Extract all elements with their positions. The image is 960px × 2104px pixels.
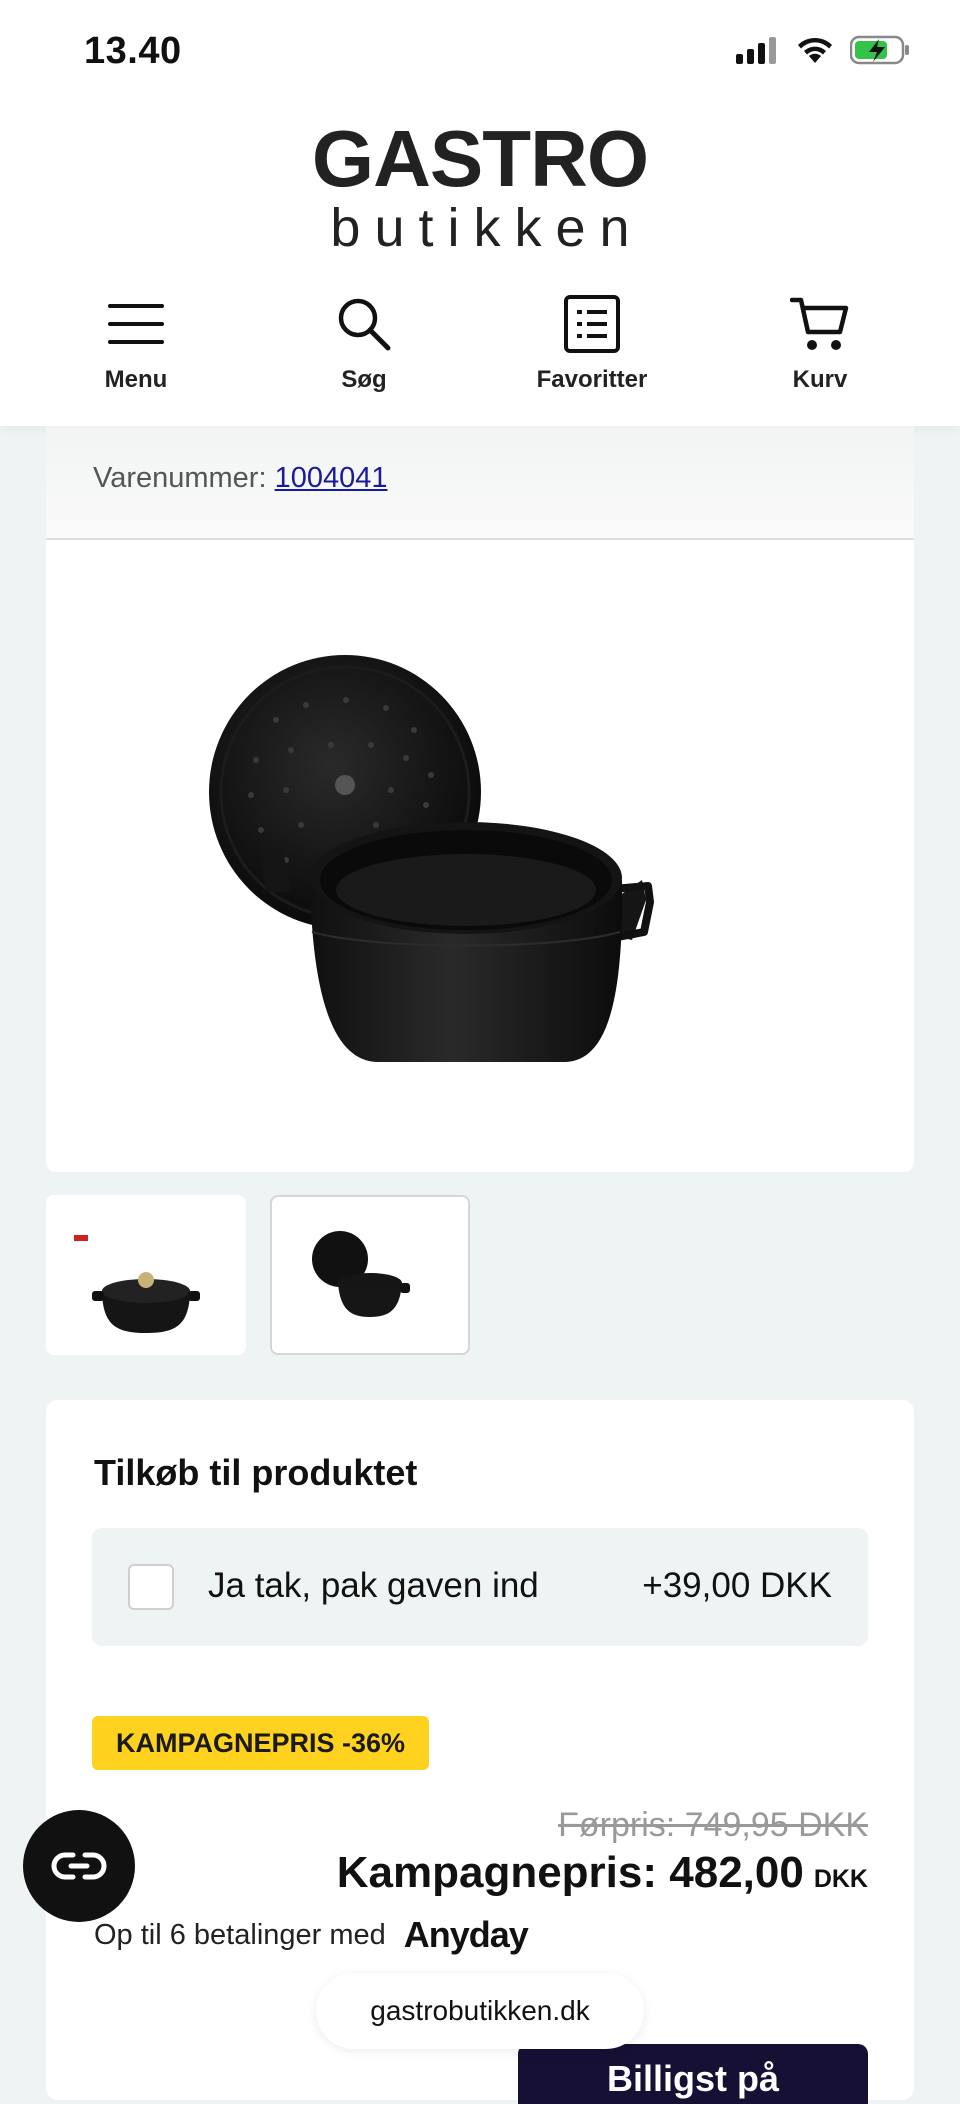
thumbnail-image bbox=[74, 1235, 200, 1333]
nav-menu-label: Menu bbox=[104, 366, 168, 393]
product-image-card[interactable] bbox=[46, 540, 914, 1172]
nav-search-button[interactable]: Søg bbox=[250, 290, 478, 394]
signal-icon bbox=[736, 37, 776, 64]
status-time: 13.40 bbox=[84, 30, 182, 72]
chat-icon bbox=[51, 1852, 107, 1880]
addon-gift-wrap[interactable]: Ja tak, pak gaven ind +39,00 DKK bbox=[92, 1528, 868, 1646]
thumbnail-1[interactable] bbox=[46, 1195, 246, 1355]
addon-label: Ja tak, pak gaven ind bbox=[208, 1566, 539, 1605]
status-icons bbox=[736, 34, 912, 66]
sku-label: Varenummer: bbox=[93, 462, 267, 494]
sku-row: Varenummer: 1004041 bbox=[93, 462, 388, 495]
cheapest-button[interactable]: Billigst på bbox=[518, 2044, 868, 2104]
campaign-price-value: Kampagnepris: 482,00 bbox=[336, 1848, 804, 1897]
addon-price: +39,00 DKK bbox=[642, 1566, 832, 1605]
campaign-badge: KAMPAGNEPRIS -36% bbox=[92, 1716, 430, 1770]
site-header: GASTRO butikken Menu Søg Favoritter Kurv bbox=[0, 100, 960, 426]
search-icon bbox=[338, 298, 391, 351]
gift-wrap-checkbox[interactable] bbox=[128, 1564, 174, 1610]
wifi-icon bbox=[798, 37, 832, 63]
cart-icon bbox=[790, 297, 849, 350]
nav-favorites-button[interactable]: Favoritter bbox=[478, 290, 706, 394]
chat-button[interactable] bbox=[23, 1810, 135, 1922]
addon-title: Tilkøb til produktet bbox=[94, 1452, 418, 1493]
thumbnail-image bbox=[312, 1231, 410, 1317]
thumbnail-2[interactable] bbox=[270, 1195, 470, 1355]
header-nav: Menu Søg Favoritter Kurv bbox=[0, 290, 960, 394]
product-image bbox=[209, 655, 654, 1062]
nav-cart-button[interactable]: Kurv bbox=[706, 290, 934, 394]
sku-link[interactable]: 1004041 bbox=[275, 462, 388, 494]
installments-row: Op til 6 betalinger med Anyday bbox=[94, 1914, 529, 1956]
list-icon bbox=[564, 295, 620, 353]
logo-main-text: GASTRO bbox=[311, 114, 649, 203]
anyday-logo: Anyday bbox=[403, 1914, 529, 1955]
old-price: Førpris: 749,95 DKK bbox=[558, 1806, 868, 1844]
nav-search-label: Søg bbox=[341, 366, 387, 393]
nav-favorites-label: Favoritter bbox=[536, 366, 648, 393]
nav-menu-button[interactable]: Menu bbox=[22, 290, 250, 394]
installments-text: Op til 6 betalinger med bbox=[94, 1918, 386, 1951]
status-bar: 13.40 bbox=[0, 0, 960, 100]
site-logo[interactable]: GASTRO butikken bbox=[0, 114, 960, 258]
battery-icon bbox=[850, 35, 909, 65]
hamburger-icon bbox=[108, 304, 164, 344]
product-sku-strip: Varenummer: 1004041 bbox=[46, 426, 914, 540]
campaign-currency: DKK bbox=[813, 1865, 868, 1893]
campaign-price: Kampagnepris: 482,00 DKK bbox=[337, 1848, 868, 1898]
browser-url-pill[interactable]: gastrobutikken.dk bbox=[316, 1973, 644, 2049]
logo-sub-text: butikken bbox=[330, 198, 644, 258]
nav-cart-label: Kurv bbox=[792, 366, 848, 393]
